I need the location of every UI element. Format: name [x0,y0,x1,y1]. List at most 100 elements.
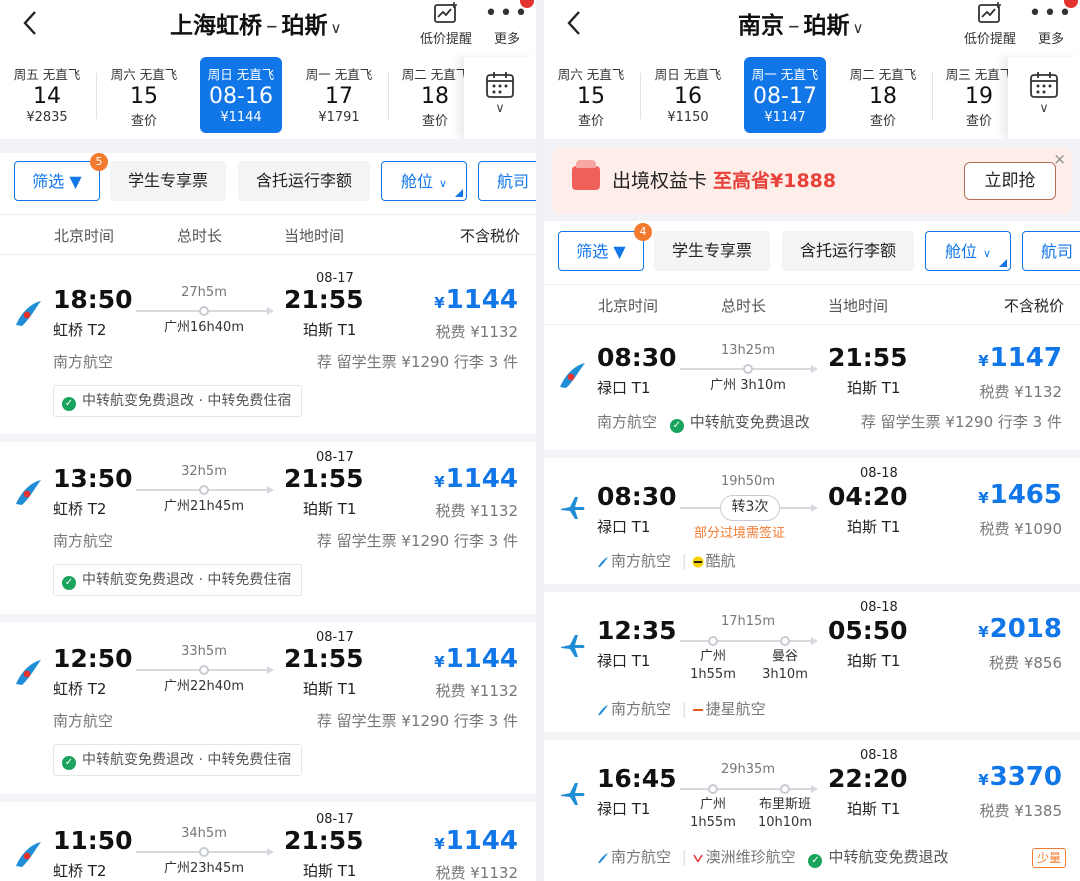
student-ticket-filter[interactable]: 学生专享票 [654,231,770,271]
recommendation[interactable]: 荐 留学生票 ¥1290 行李 3 件 [317,710,518,731]
recommendation[interactable]: 荐 留学生票 ¥1290 行李 3 件 [861,411,1062,432]
chevron-down-icon: ∨ [495,101,505,116]
transfer-info: 曼谷 3h10m [762,649,808,682]
col-price-excl-tax: 不含税价 [459,227,520,245]
date-item[interactable]: 周日 无直飞 16 ¥1150 [647,57,729,133]
filter-button[interactable]: 筛选 ▼ 5 [14,153,108,201]
arrival-date: 08-17 [316,812,354,827]
col-local-time: 当地时间 [284,227,345,245]
promo-banner[interactable]: 出境权益卡 至高省¥1888 立即抢 × [552,148,1072,214]
total-duration: 33h5m [181,644,227,659]
flight-card[interactable]: 13:50 虹桥 T2 32h5m 广州21h45m 08-17 21:55 珀… [0,434,536,614]
date-item[interactable]: 周六 无直飞 15 查价 [103,57,185,133]
date-item-selected[interactable]: 周一 无直飞 08-17 ¥1147 [744,57,826,133]
airline-filter[interactable]: 航司 [1022,231,1080,271]
price-alert-button[interactable]: 低价提醒 [960,0,1020,47]
calendar-icon [1030,72,1058,98]
arrival-date: 08-18 [860,748,898,763]
route-title[interactable]: 南京 – 珀斯 ∨ [738,6,863,40]
airline-row: 南方航空 ✓ 中转航变免费退改 [597,411,810,433]
stop-dot [743,364,753,374]
arrival-airport: 珀斯 T1 [303,862,357,880]
scoot-logo-icon [692,556,704,567]
departure-airport: 虹桥 T2 [53,680,107,698]
flight-card[interactable]: 08:30 禄口 T1 19h50m 转3次 部分过境需签证 08-18 04:… [544,450,1080,584]
total-duration: 19h50m [721,474,775,489]
arrival-time: 22:20 [828,764,908,793]
baggage-filter[interactable]: 含托运行李额 [238,161,370,201]
tax: 税费 ¥1090 [979,520,1063,538]
stop-dot [708,636,718,646]
date-day: 14 [33,84,61,109]
departure-airport: 虹桥 T2 [53,862,107,880]
departure-airport: 禄口 T1 [597,518,651,536]
origin-city: 上海虹桥 [170,13,262,39]
tax: 税费 ¥1385 [979,802,1063,820]
flight-card[interactable]: 11:50 虹桥 T2 34h5m 广州23h45m 08-17 21:55 珀… [0,794,536,881]
stop-dot [199,306,209,316]
date-item[interactable]: 周二 无直飞 18 查价 [842,57,933,133]
virgin-australia-logo-icon [692,854,703,862]
date-day: 17 [325,84,353,109]
airplane-icon [561,497,585,519]
airline-name: 南方航空 [53,712,114,730]
back-button[interactable] [16,8,46,38]
student-ticket-filter[interactable]: 学生专享票 [110,161,226,201]
date-price: ¥2835 [26,110,68,125]
recommendation[interactable]: 荐 留学生票 ¥1290 行李 3 件 [317,530,518,551]
date-weekday: 周日 无直飞 [207,67,275,82]
close-icon[interactable]: × [1053,150,1066,168]
total-duration: 34h5m [181,826,227,841]
chevron-down-icon: ∨ [330,19,342,37]
date-price: ¥1144 [220,110,262,125]
airline-filter[interactable]: 航司 [478,161,536,201]
stop-dot [199,485,209,495]
baggage-filter[interactable]: 含托运行李额 [782,231,914,271]
more-button[interactable]: ••• 更多 [1029,0,1078,47]
flight-card[interactable]: 12:50 虹桥 T2 33h5m 广州22h40m 08-17 21:55 珀… [0,614,536,794]
chevron-down-icon: ∨ [438,177,448,190]
route-dash: – [788,13,800,39]
cabin-filter[interactable]: 舱位 ∨ [925,231,1011,271]
flight-card[interactable]: 12:35 禄口 T1 17h15m 广州 1h55m 曼谷 3h10m 08-18… [544,584,1080,732]
header: 上海虹桥 – 珀斯 ∨ 低价提醒 ••• 更多 [0,0,536,50]
total-duration: 29h35m [721,762,775,777]
col-local-time: 当地时间 [828,297,889,315]
calendar-icon [486,72,514,98]
date-weekday: 周六 无直飞 [110,67,178,82]
calendar-button[interactable]: ∨ [1008,57,1080,139]
filter-button[interactable]: 筛选 ▼ 4 [558,223,652,271]
airline-name: 澳洲维珍航空 [705,848,796,866]
recommendation[interactable]: 荐 留学生票 ¥1290 行李 3 件 [317,351,518,372]
col-price-excl-tax: 不含税价 [1003,297,1064,315]
check-icon: ✓ [62,756,76,770]
date-weekday: 周日 无直飞 [654,67,722,82]
date-item-selected[interactable]: 周日 无直飞 08-16 ¥1144 [200,57,282,133]
more-button[interactable]: ••• 更多 [485,0,534,47]
arrival-date: 08-17 [316,630,354,645]
china-southern-mini-icon [598,852,608,863]
date-item[interactable]: 周五 无直飞 14 ¥2835 [6,57,97,133]
back-button[interactable] [560,8,590,38]
price-alert-button[interactable]: 低价提醒 [416,0,476,47]
tax: 税费 ¥1132 [435,682,519,700]
departure-time: 08:30 [597,482,677,511]
arrival-date: 08-17 [316,450,354,465]
china-southern-logo-icon [16,842,41,867]
date-item[interactable]: 周六 无直飞 15 查价 [550,57,641,133]
flight-card[interactable]: 16:45 禄口 T1 29h35m 广州 1h55m 布里斯班 10h10m 08… [544,732,1080,881]
filter-label: 筛选 [576,242,609,261]
transfer-info: 广州16h40m [164,320,244,335]
flight-card[interactable]: 18:50 虹桥 T2 27h5m 广州16h40m 08-17 21:55 珀… [0,254,536,434]
funnel-icon: ▼ [613,242,626,261]
grab-now-button[interactable]: 立即抢 [964,162,1056,200]
date-day: 08-16 [209,84,273,109]
calendar-button[interactable]: ∨ [464,57,536,139]
date-item[interactable]: 周一 无直飞 17 ¥1791 [298,57,389,133]
flight-card[interactable]: 08:30 禄口 T1 13h25m 广州 3h10m 21:55 珀斯 T1 … [544,324,1080,450]
stop-dot [780,784,790,794]
filter-count-badge: 5 [90,153,108,171]
cabin-filter[interactable]: 舱位 ∨ [381,161,467,201]
price: ¥1147 [978,343,1062,373]
route-title[interactable]: 上海虹桥 – 珀斯 ∨ [170,6,341,40]
